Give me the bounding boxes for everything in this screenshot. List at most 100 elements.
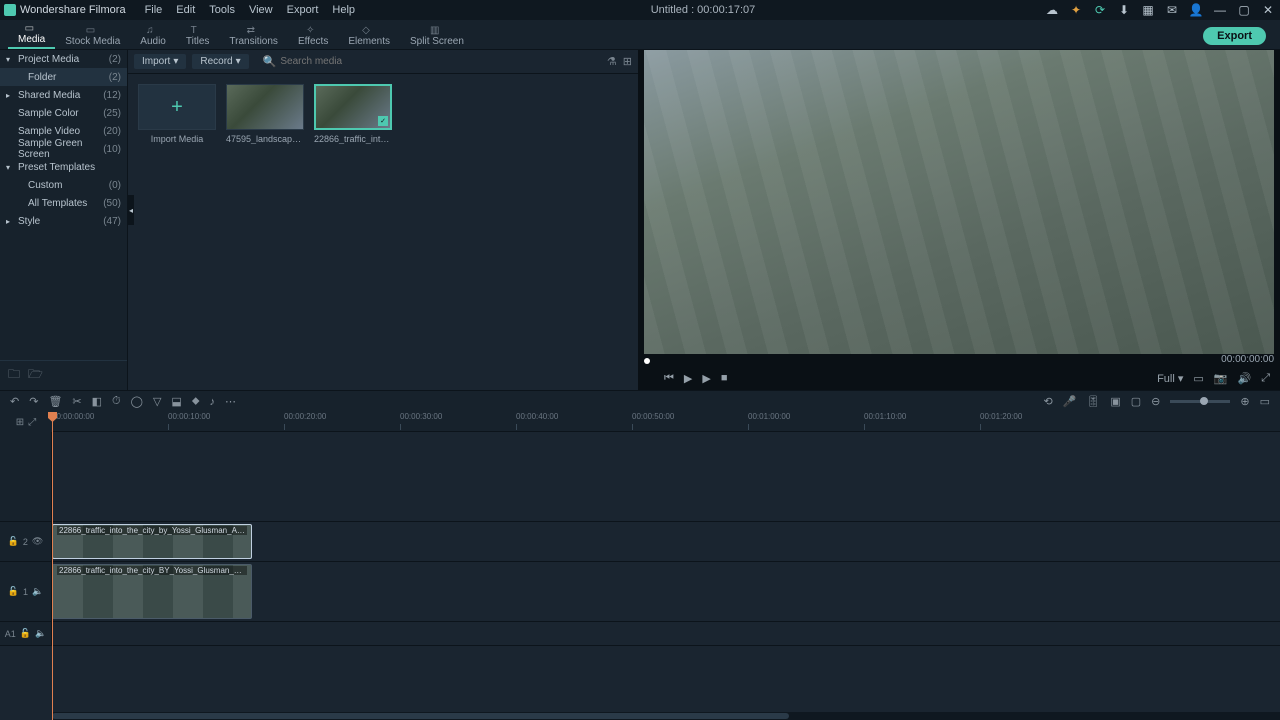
menu-view[interactable]: View bbox=[242, 2, 280, 18]
track-lock-all-icon[interactable]: ⤢ bbox=[28, 417, 36, 428]
sidebar-item-shared-media[interactable]: ▸Shared Media(12) bbox=[0, 86, 127, 104]
grid-view-icon[interactable]: ⊞ bbox=[623, 55, 632, 68]
import-media-tile[interactable]: + Import Media bbox=[138, 84, 216, 144]
delete-icon[interactable]: 🗑 bbox=[48, 395, 62, 408]
timeline-clip[interactable]: 22866_traffic_into_the_city_BY_Yossi_Glu… bbox=[52, 564, 252, 619]
sidebar-item-sample-green-screen[interactable]: Sample Green Screen(10) bbox=[0, 140, 127, 158]
close-icon[interactable]: ✕ bbox=[1260, 2, 1276, 18]
track-manage-icon[interactable]: ⊞ bbox=[16, 417, 24, 428]
count-badge: (2) bbox=[109, 54, 121, 65]
tab-stock-media[interactable]: ▭Stock Media bbox=[55, 23, 130, 49]
zoom-knob[interactable] bbox=[1200, 397, 1208, 405]
display-icon[interactable]: ▭ bbox=[1193, 372, 1203, 385]
snapshot-icon[interactable]: 📷 bbox=[1214, 372, 1228, 385]
sidebar-item-custom[interactable]: Custom(0) bbox=[0, 176, 127, 194]
sidebar-item-folder[interactable]: Folder(2) bbox=[0, 68, 127, 86]
tab-audio[interactable]: ♫Audio bbox=[130, 23, 176, 49]
user-icon[interactable]: 👤 bbox=[1188, 2, 1204, 18]
video-track-1[interactable]: 🔓 1 🔈 22866_traffic_into_the_city_BY_Yos… bbox=[0, 562, 1280, 622]
video-track-2[interactable]: 🔓 2 👁 22866_traffic_into_the_city_by_Yos… bbox=[0, 522, 1280, 562]
tab-effects[interactable]: ✧Effects bbox=[288, 23, 338, 49]
voiceover-icon[interactable]: 🎤 bbox=[1063, 395, 1077, 408]
prev-frame-icon[interactable]: ⏮ bbox=[664, 372, 674, 385]
timeline-clip[interactable]: 22866_traffic_into_the_city_by_Yossi_Glu… bbox=[52, 524, 252, 559]
tab-transitions[interactable]: ⇄Transitions bbox=[219, 23, 288, 49]
tab-media[interactable]: ▭Media bbox=[8, 21, 55, 49]
greenscreen-icon[interactable]: ▽ bbox=[153, 395, 161, 408]
color-icon[interactable]: ◯ bbox=[131, 395, 143, 408]
track-mute-icon[interactable]: 🔈 bbox=[32, 586, 43, 597]
mark-icon[interactable]: ⬓ bbox=[171, 395, 181, 408]
search-box[interactable]: 🔍 bbox=[263, 55, 601, 68]
menu-file[interactable]: File bbox=[138, 2, 170, 18]
search-input[interactable] bbox=[280, 56, 400, 67]
sidebar-item-sample-color[interactable]: Sample Color(25) bbox=[0, 104, 127, 122]
grid-icon[interactable]: ▦ bbox=[1140, 2, 1156, 18]
sidebar-item-style[interactable]: ▸Style(47) bbox=[0, 212, 127, 230]
mail-icon[interactable]: ✉ bbox=[1164, 2, 1180, 18]
speed-icon[interactable]: ⏱ bbox=[112, 395, 121, 408]
scrubber-handle[interactable] bbox=[644, 358, 650, 364]
track-lock-icon[interactable]: 🔓 bbox=[20, 628, 31, 639]
cloud-icon[interactable]: ☁ bbox=[1044, 2, 1060, 18]
track-lock-icon[interactable]: 🔓 bbox=[8, 536, 19, 547]
media-clip[interactable]: ✓ 22866_traffic_into_th... bbox=[314, 84, 392, 144]
new-folder-icon[interactable]: 🗀 bbox=[8, 365, 20, 386]
sidebar-item-preset-templates[interactable]: ▾Preset Templates bbox=[0, 158, 127, 176]
play-icon[interactable]: ▶ bbox=[684, 372, 692, 385]
preview-controls: ⏮ ▶ ▶ ■ Full ▾ ▭ 📷 🔊 ⤢ bbox=[638, 366, 1280, 390]
undo-icon[interactable]: ↶ bbox=[10, 395, 19, 408]
snap-icon[interactable]: ▢ bbox=[1131, 395, 1141, 408]
track-mute-icon[interactable]: 🔈 bbox=[35, 628, 46, 639]
mixer-icon[interactable]: 🎚 bbox=[1086, 395, 1100, 408]
stop-icon[interactable]: ■ bbox=[721, 372, 728, 385]
more-icon[interactable]: ⋯ bbox=[225, 395, 236, 408]
audio-track-1[interactable]: A1 🔓 🔈 bbox=[0, 622, 1280, 646]
preview-viewport[interactable] bbox=[644, 50, 1274, 354]
keyframe-icon[interactable]: ⬥ bbox=[192, 395, 200, 408]
fullscreen-icon[interactable]: ⤢ bbox=[1261, 372, 1270, 385]
tab-split-screen[interactable]: ▥Split Screen bbox=[400, 23, 474, 49]
split-icon[interactable]: ✂ bbox=[72, 395, 81, 408]
export-button[interactable]: Export bbox=[1203, 27, 1266, 45]
track-lock-icon[interactable]: 🔓 bbox=[8, 586, 19, 597]
quality-dropdown[interactable]: Full ▾ bbox=[1157, 372, 1183, 385]
volume-icon[interactable]: 🔊 bbox=[1237, 372, 1251, 385]
filter-icon[interactable]: ⚗ bbox=[607, 55, 617, 68]
record-button[interactable]: Record▾ bbox=[192, 54, 248, 69]
menu-tools[interactable]: Tools bbox=[202, 2, 242, 18]
track-head: A1 🔓 🔈 bbox=[0, 622, 52, 645]
download-icon[interactable]: ⬇ bbox=[1116, 2, 1132, 18]
collapse-sidebar-handle[interactable]: ◂ bbox=[128, 195, 134, 225]
tab-titles[interactable]: TTitles bbox=[176, 23, 220, 49]
zoom-out-icon[interactable]: ⊖ bbox=[1151, 395, 1160, 408]
render-icon[interactable]: ⟲ bbox=[1043, 395, 1052, 408]
track-visible-icon[interactable]: 👁 bbox=[32, 536, 43, 547]
menu-edit[interactable]: Edit bbox=[169, 2, 202, 18]
media-clip[interactable]: 47595_landscape_of_... bbox=[226, 84, 304, 144]
menu-help[interactable]: Help bbox=[325, 2, 362, 18]
zoom-in-icon[interactable]: ⊕ bbox=[1240, 395, 1249, 408]
sidebar-item-all-templates[interactable]: All Templates(50) bbox=[0, 194, 127, 212]
detach-audio-icon[interactable]: ♪ bbox=[210, 396, 216, 408]
refresh-icon[interactable]: ⟳ bbox=[1092, 2, 1108, 18]
playhead[interactable] bbox=[52, 412, 53, 720]
maximize-icon[interactable]: ▢ bbox=[1236, 2, 1252, 18]
preview-scrubber[interactable]: 00:00:00:00 bbox=[644, 356, 1274, 366]
fit-icon[interactable]: ▭ bbox=[1260, 395, 1270, 408]
sparkle-icon[interactable]: ✦ bbox=[1068, 2, 1084, 18]
marker-add-icon[interactable]: ▣ bbox=[1110, 395, 1120, 408]
menu-export[interactable]: Export bbox=[280, 2, 326, 18]
time-ruler[interactable]: 00:00:00:00 00:00:10:00 00:00:20:00 00:0… bbox=[52, 412, 1280, 432]
redo-icon[interactable]: ↷ bbox=[29, 395, 38, 408]
crop-icon[interactable]: ◧ bbox=[92, 395, 102, 408]
next-frame-icon[interactable]: ▶ bbox=[702, 372, 710, 385]
sidebar-item-project-media[interactable]: ▾Project Media(2) bbox=[0, 50, 127, 68]
tab-elements[interactable]: ◇Elements bbox=[338, 23, 400, 49]
import-button[interactable]: Import▾ bbox=[134, 54, 186, 69]
zoom-slider[interactable] bbox=[1170, 400, 1230, 403]
minimize-icon[interactable]: — bbox=[1212, 2, 1228, 18]
scrollbar-thumb[interactable] bbox=[52, 713, 789, 719]
folder-icon[interactable]: 🗁 bbox=[28, 365, 43, 386]
timeline-scrollbar[interactable] bbox=[52, 712, 1280, 720]
